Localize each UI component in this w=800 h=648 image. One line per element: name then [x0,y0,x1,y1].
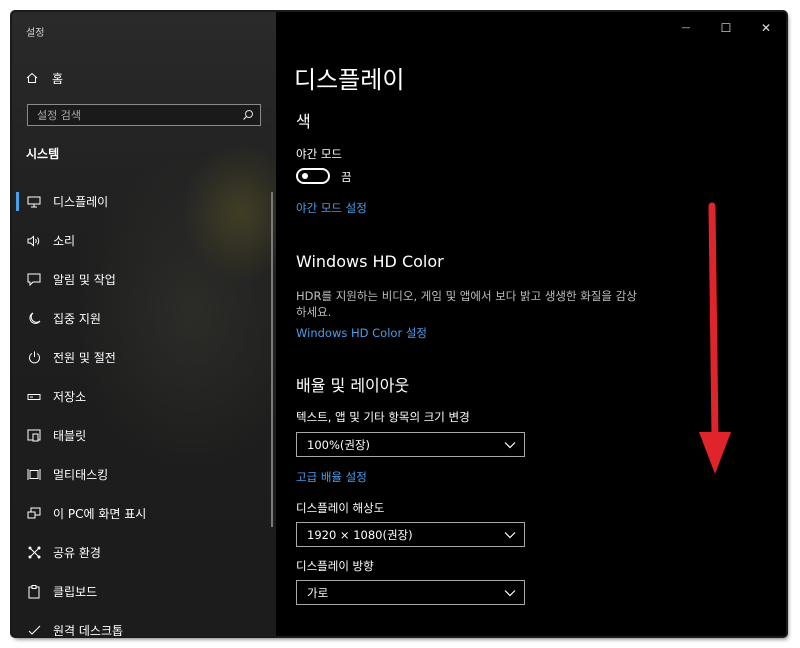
multitasking-icon [26,467,42,483]
app-title: 설정 [26,28,45,39]
sidebar-nav: 디스플레이 소리 알림 및 작업 집중 지원 전원 및 절전 저장소 태블릿 멀… [12,182,274,636]
orientation-label: 디스플레이 방향 [296,559,374,573]
toggle-knob [302,173,308,179]
hd-color-description-line1: HDR를 지원하는 비디오, 게임 및 앱에서 보다 밝고 생생한 화질을 감상 [296,289,637,303]
search-icon[interactable] [242,109,254,121]
sidebar-item-tablet[interactable]: 태블릿 [12,416,274,455]
sidebar-item-storage[interactable]: 저장소 [12,377,274,416]
night-light-toggle[interactable] [296,168,330,184]
moon-icon [26,311,42,327]
sidebar: 설정 홈 설정 검색 시스템 디스플레이 소리 알림 및 작업 집중 지원 전원… [12,12,276,636]
chevron-down-icon [504,589,516,596]
sidebar-item-sound[interactable]: 소리 [12,221,274,260]
search-box[interactable]: 설정 검색 [27,104,261,126]
page-title: 디스플레이 [294,66,405,94]
sidebar-item-project[interactable]: 이 PC에 화면 표시 [12,494,274,533]
maximize-button[interactable]: ☐ [706,12,746,44]
storage-icon [26,389,42,405]
sidebar-item-shared-experiences[interactable]: 공유 환경 [12,533,274,572]
clipboard-icon [26,584,42,600]
hd-color-description-line2: 하세요. [296,305,332,319]
sidebar-item-focus-assist[interactable]: 집중 지원 [12,299,274,338]
scale-dropdown-value: 100%(권장) [307,437,371,452]
remote-desktop-icon [26,623,42,637]
sidebar-item-label: 클립보드 [53,585,98,599]
sidebar-item-notifications[interactable]: 알림 및 작업 [12,260,274,299]
sidebar-item-power[interactable]: 전원 및 절전 [12,338,274,377]
night-light-settings-link[interactable]: 야간 모드 설정 [296,200,367,216]
sidebar-item-label: 디스플레이 [53,195,109,209]
sidebar-section-title: 시스템 [26,147,60,161]
sidebar-item-label: 원격 데스크톱 [53,624,124,636]
sidebar-item-label: 이 PC에 화면 표시 [53,507,147,521]
notification-icon [26,272,42,288]
speaker-icon [26,233,42,249]
close-button[interactable]: ✕ [746,12,786,44]
share-icon [26,545,42,561]
hd-color-section-title: Windows HD Color [296,252,444,271]
orientation-dropdown[interactable]: 가로 [296,580,525,605]
sidebar-item-label: 집중 지원 [53,312,101,326]
scale-label: 텍스트, 앱 및 기타 항목의 크기 변경 [296,410,470,424]
sidebar-item-label: 저장소 [53,390,87,404]
close-icon: ✕ [760,21,772,35]
sidebar-item-display[interactable]: 디스플레이 [12,182,274,221]
sidebar-item-label: 알림 및 작업 [53,273,116,287]
sidebar-scrollbar[interactable] [271,192,273,527]
sidebar-item-multitasking[interactable]: 멀티태스킹 [12,455,274,494]
sidebar-item-label: 전원 및 절전 [53,351,116,365]
project-icon [26,506,42,522]
sidebar-item-clipboard[interactable]: 클립보드 [12,572,274,611]
hd-color-settings-link[interactable]: Windows HD Color 설정 [296,325,427,341]
minimize-icon: — [681,23,691,33]
sidebar-item-label: 태블릿 [53,429,87,443]
sidebar-item-label: 멀티태스킹 [53,468,109,482]
chevron-down-icon [504,441,516,448]
orientation-dropdown-value: 가로 [307,585,329,600]
settings-window: 설정 홈 설정 검색 시스템 디스플레이 소리 알림 및 작업 집중 지원 전원… [12,12,786,636]
home-label: 홈 [52,71,64,86]
chevron-down-icon [504,531,516,538]
sidebar-item-label: 소리 [53,234,76,248]
tablet-icon [26,428,42,444]
hd-color-description: HDR를 지원하는 비디오, 게임 및 앱에서 보다 밝고 생생한 화질을 감상… [296,288,676,320]
night-light-toggle-state: 끔 [341,170,352,184]
monitor-icon [26,194,42,210]
home-icon [26,72,38,83]
power-icon [26,350,42,366]
home-nav-item[interactable]: 홈 [26,67,63,89]
resolution-label: 디스플레이 해상도 [296,501,385,515]
sidebar-item-remote-desktop[interactable]: 원격 데스크톱 [12,611,274,636]
scale-dropdown[interactable]: 100%(권장) [296,432,525,457]
night-light-label: 야간 모드 [296,147,342,161]
color-section-title: 색 [296,112,311,131]
advanced-scaling-link[interactable]: 고급 배율 설정 [296,469,367,485]
window-controls: — ☐ ✕ [666,12,786,44]
search-input[interactable]: 설정 검색 [37,107,81,123]
scale-layout-section-title: 배율 및 레이아웃 [296,376,410,395]
scroll-down-arrow-annotation [699,202,731,474]
maximize-icon: ☐ [720,21,732,35]
resolution-dropdown-value: 1920 × 1080(권장) [307,527,413,542]
minimize-button[interactable]: — [666,12,706,44]
resolution-dropdown[interactable]: 1920 × 1080(권장) [296,522,525,547]
sidebar-item-label: 공유 환경 [53,546,101,560]
